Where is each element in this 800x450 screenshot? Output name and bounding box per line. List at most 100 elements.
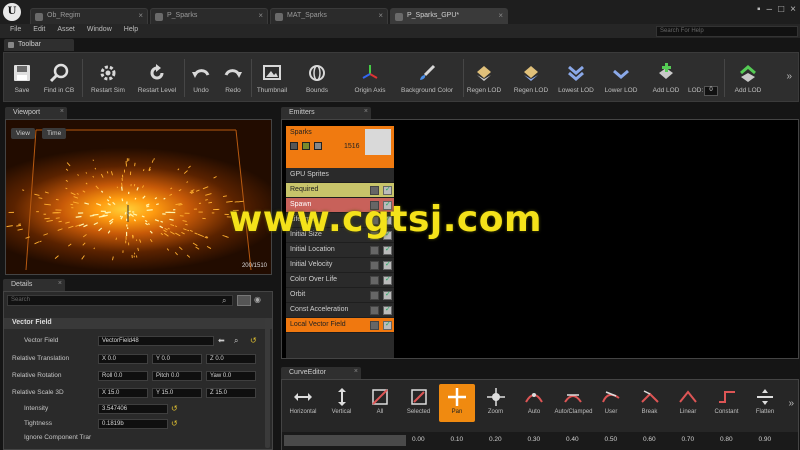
eye-icon[interactable]: ◉ (254, 295, 261, 304)
vector-field-asset-picker[interactable]: VectorField48 (98, 336, 214, 346)
details-scrollbar[interactable] (265, 318, 270, 448)
module-curve-toggle-icon[interactable] (370, 276, 379, 285)
menu-asset[interactable]: Asset (51, 24, 81, 38)
module-enable-checkbox[interactable] (383, 260, 392, 270)
curve-editor-tab[interactable]: CurveEditor × (281, 367, 361, 379)
close-icon[interactable]: × (498, 11, 503, 20)
close-icon[interactable]: × (138, 11, 143, 20)
pan-button[interactable]: Pan (439, 384, 475, 422)
module-enable-checkbox[interactable] (383, 320, 392, 330)
vertical-button[interactable]: Vertical (324, 384, 360, 422)
emitter-render-mode-icon[interactable] (314, 142, 322, 150)
module-curve-toggle-icon[interactable] (370, 186, 379, 195)
view-menu[interactable]: View (11, 128, 35, 139)
module-orbit[interactable]: Orbit (286, 288, 394, 303)
break-button[interactable]: Break (632, 384, 668, 422)
scale-z-field[interactable]: Z 15.0 (206, 388, 256, 398)
emitter-sparks[interactable]: Sparks 1516 (286, 126, 394, 168)
thumbnail-button[interactable]: Thumbnail (253, 57, 291, 101)
module-initial-location[interactable]: Initial Location (286, 243, 394, 258)
doc-tab-1[interactable]: P_Sparks × (150, 8, 268, 24)
zoom-button[interactable]: Zoom (478, 384, 514, 422)
curve-toolbar-overflow-icon[interactable]: » (788, 398, 794, 409)
module-enable-checkbox[interactable] (383, 185, 392, 195)
module-curve-toggle-icon[interactable] (370, 291, 379, 300)
vector-field-category[interactable]: Vector Field (4, 318, 272, 329)
all-button[interactable]: All (362, 384, 398, 422)
add-lod-button[interactable]: Add LOD (728, 57, 768, 101)
time-menu[interactable]: Time (42, 128, 67, 139)
reset-icon[interactable]: ↺ (171, 404, 178, 413)
translation-x-field[interactable]: X 0.0 (98, 354, 148, 364)
close-icon[interactable]: × (58, 280, 62, 287)
maximize-icon[interactable]: □ (778, 4, 784, 15)
menu-window[interactable]: Window (81, 24, 118, 38)
module-curve-toggle-icon[interactable] (370, 321, 379, 330)
tightness-field[interactable]: 0.1819b (98, 419, 168, 429)
horizontal-button[interactable]: Horizontal (285, 384, 321, 422)
linear-button[interactable]: Linear (670, 384, 706, 422)
close-icon[interactable]: × (364, 108, 368, 115)
property-matrix-icon[interactable] (237, 295, 251, 306)
restart-level-button[interactable]: Restart Level (132, 57, 182, 101)
constant-button[interactable]: Constant (709, 384, 745, 422)
doc-tab-0[interactable]: Ob_Regim × (30, 8, 148, 24)
menu-edit[interactable]: Edit (27, 24, 51, 38)
toolbar-overflow-icon[interactable]: » (786, 71, 792, 82)
module-curve-toggle-icon[interactable] (370, 261, 379, 270)
redo-button[interactable]: Redo (218, 57, 248, 101)
translation-y-field[interactable]: Y 0.0 (152, 354, 202, 364)
doc-tab-3[interactable]: P_Sparks_GPU* × (390, 8, 508, 24)
lowest-lod-button[interactable]: Lowest LOD (556, 57, 596, 101)
module-curve-toggle-icon[interactable] (370, 306, 379, 315)
save-button[interactable]: Save (6, 57, 38, 101)
close-icon[interactable]: × (258, 11, 263, 20)
close-icon[interactable]: × (354, 368, 358, 375)
rotation-yaw-field[interactable]: Yaw 0.0 (206, 371, 256, 381)
use-selected-icon[interactable]: ⬅ (218, 336, 225, 345)
browse-icon[interactable]: ⌕ (234, 336, 238, 346)
module-initial-velocity[interactable]: Initial Velocity (286, 258, 394, 273)
background-color-button[interactable]: Background Color (394, 57, 460, 101)
curve-timeline[interactable]: 0.00 0.10 0.20 0.30 0.40 0.50 0.60 0.70 0.80 0.90 (282, 432, 798, 450)
module-enable-checkbox[interactable] (383, 275, 392, 285)
intensity-field[interactable]: 3.547406 (98, 404, 168, 414)
particle-viewport[interactable]: View Time 200/1510 (5, 119, 272, 275)
selected-button[interactable]: Selected (401, 384, 437, 422)
module-const-acceleration[interactable]: Const Acceleration (286, 303, 394, 318)
viewport-tab[interactable]: Viewport × (5, 107, 67, 119)
regen-lod-button[interactable]: Regen LOD (465, 57, 503, 101)
auto-button[interactable]: Auto (516, 384, 552, 422)
details-search-input[interactable]: Search (7, 295, 233, 306)
reset-icon[interactable]: ↺ (171, 419, 178, 428)
toolbar-tab[interactable]: Toolbar (4, 39, 74, 51)
rotation-roll-field[interactable]: Roll 0.0 (98, 371, 148, 381)
minimize-icon[interactable]: – (767, 4, 773, 15)
module-color-over-life[interactable]: Color Over Life (286, 273, 394, 288)
search-icon[interactable]: ⌕ (222, 296, 226, 306)
emitter-enable-checkbox[interactable] (290, 142, 298, 150)
lod-input[interactable]: 0 (704, 86, 718, 96)
rotation-pitch-field[interactable]: Pitch 0.0 (152, 371, 202, 381)
user-button[interactable]: User (593, 384, 629, 422)
module-curve-toggle-icon[interactable] (370, 246, 379, 255)
scale-x-field[interactable]: X 15.0 (98, 388, 148, 398)
close-icon[interactable]: × (378, 11, 383, 20)
scale-y-field[interactable]: Y 15.0 (152, 388, 202, 398)
details-tab[interactable]: Details × (3, 279, 65, 291)
close-window-icon[interactable]: × (790, 4, 796, 15)
lower-lod-button[interactable]: Lower LOD (601, 57, 641, 101)
bounds-button[interactable]: Bounds (295, 57, 339, 101)
regen-lod-button[interactable]: Regen LOD (511, 57, 551, 101)
module-local-vector-field[interactable]: Local Vector Field (286, 318, 394, 333)
restart-sim-button[interactable]: Restart Sim (86, 57, 130, 101)
module-gpu-sprites[interactable]: GPU Sprites (286, 168, 394, 183)
module-enable-checkbox[interactable] (383, 290, 392, 300)
flatten-button[interactable]: Flatten (747, 384, 783, 422)
menu-file[interactable]: File (4, 24, 27, 38)
reset-icon[interactable]: ↺ (250, 336, 257, 345)
translation-z-field[interactable]: Z 0.0 (206, 354, 256, 364)
doc-tab-2[interactable]: MAT_Sparks × (270, 8, 388, 24)
menu-help[interactable]: Help (118, 24, 144, 38)
find-in-cb-button[interactable]: Find in CB (40, 57, 78, 101)
